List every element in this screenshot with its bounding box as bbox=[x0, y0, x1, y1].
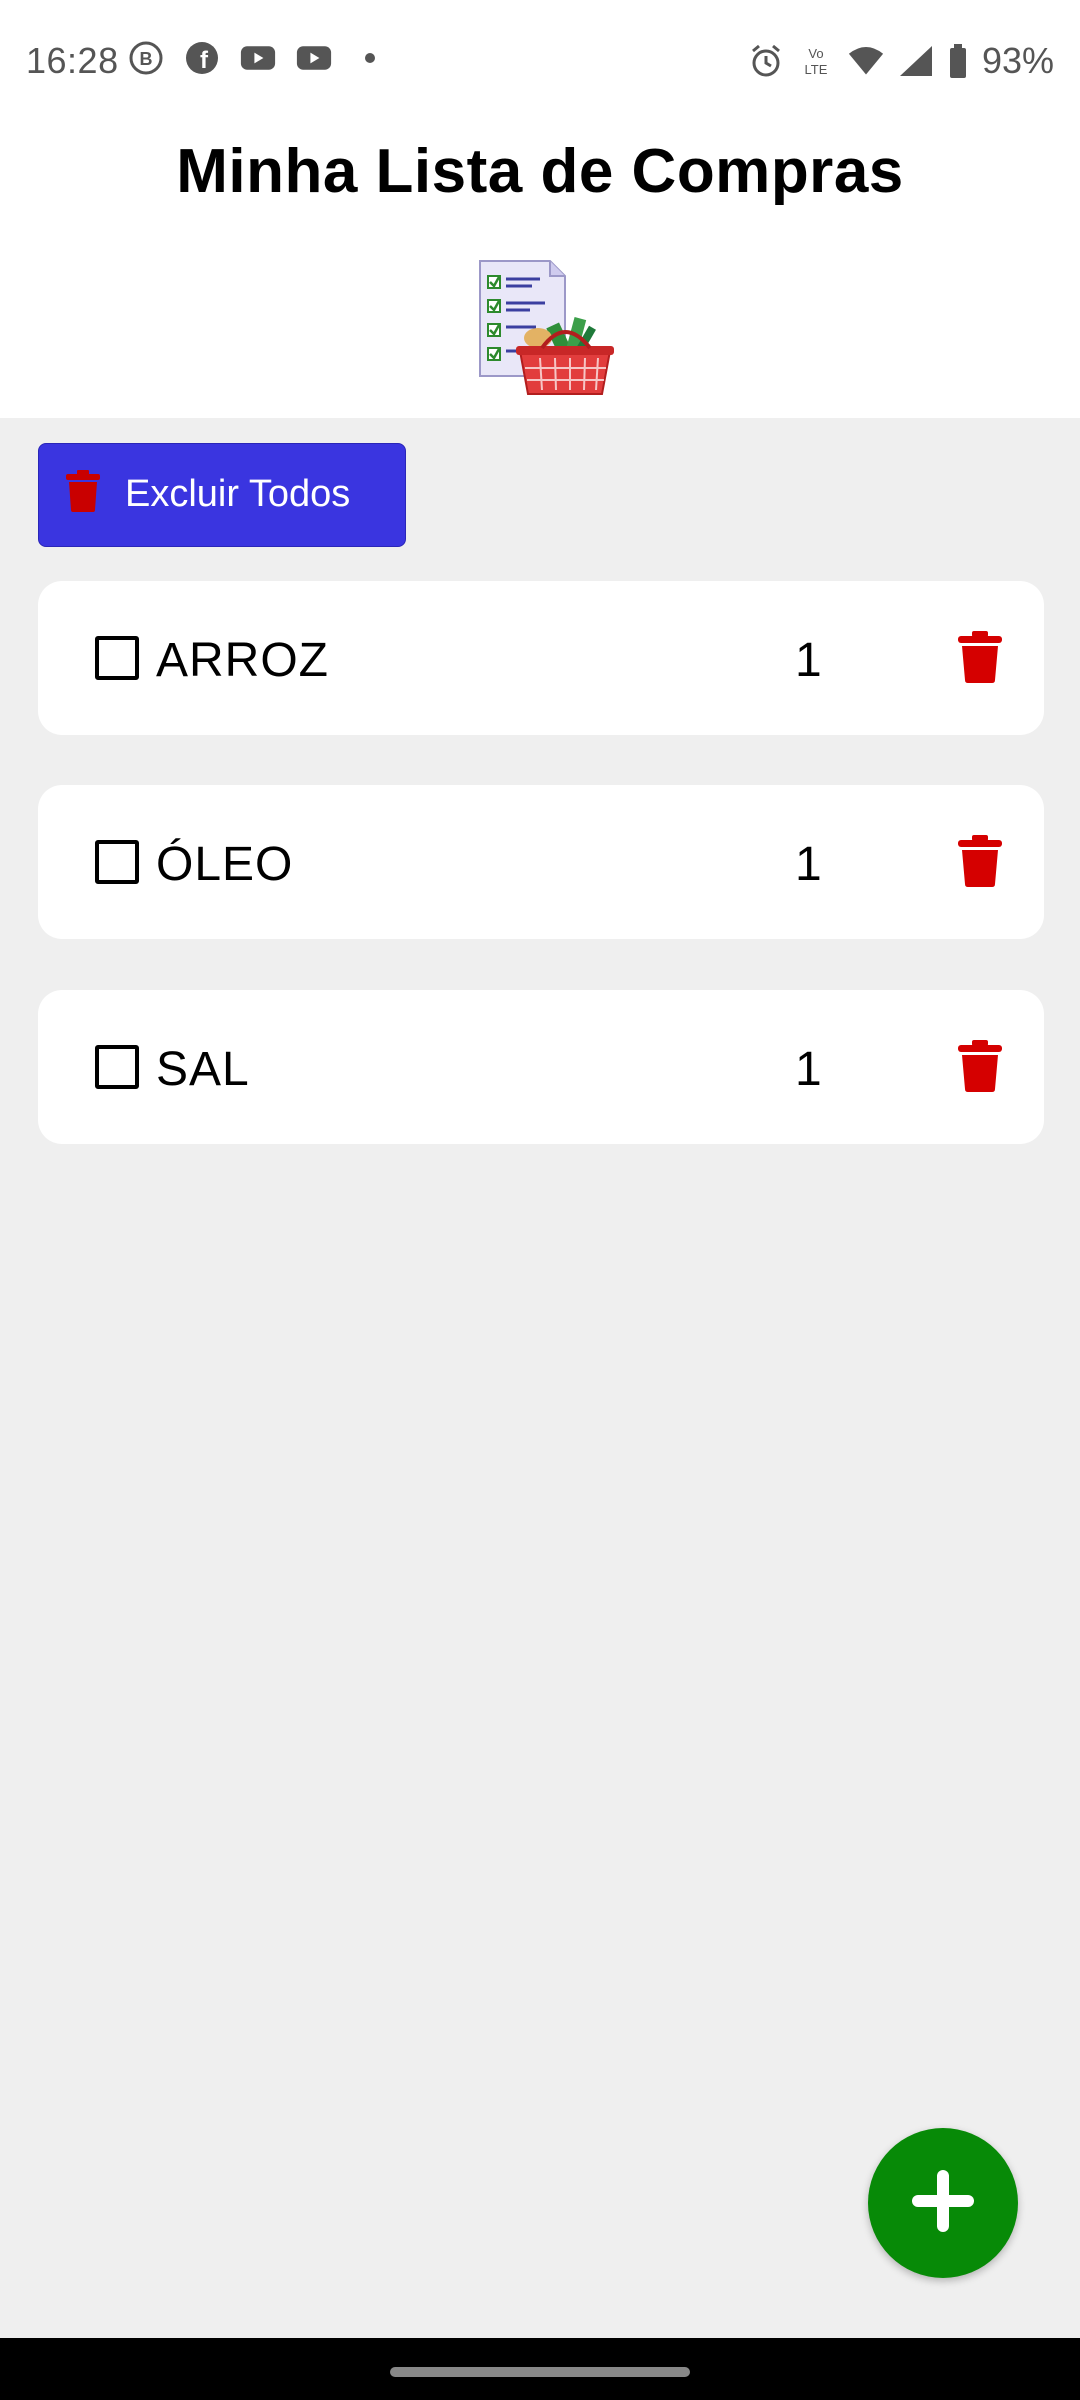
b-circle-icon: B bbox=[128, 40, 164, 76]
shopping-list-basket-icon bbox=[470, 256, 620, 401]
list-item: SAL 1 bbox=[38, 990, 1044, 1144]
signal-icon bbox=[898, 43, 934, 79]
app-header: Minha Lista de Compras bbox=[0, 126, 1080, 418]
battery-percent: 93% bbox=[981, 40, 1054, 81]
trash-icon[interactable] bbox=[958, 835, 1002, 887]
alarm-icon bbox=[748, 43, 784, 79]
youtube-icon bbox=[296, 40, 332, 76]
item-quantity: 1 bbox=[795, 838, 822, 891]
status-bar: 16:28 B f Vo LTE 93% bbox=[0, 0, 1080, 126]
battery-icon bbox=[948, 43, 968, 79]
wifi-icon bbox=[848, 43, 884, 79]
home-gesture-handle[interactable] bbox=[390, 2367, 690, 2377]
item-checkbox[interactable] bbox=[95, 840, 139, 884]
item-name: ARROZ bbox=[156, 634, 329, 687]
delete-all-label: Excluir Todos bbox=[125, 473, 351, 515]
facebook-icon: f bbox=[184, 40, 220, 76]
item-checkbox[interactable] bbox=[95, 636, 139, 680]
item-checkbox[interactable] bbox=[95, 1045, 139, 1089]
svg-text:f: f bbox=[200, 47, 209, 74]
volte-icon: Vo LTE bbox=[798, 43, 834, 79]
navigation-bar bbox=[0, 2338, 1080, 2400]
plus-icon bbox=[908, 2166, 978, 2241]
list-item: ÓLEO 1 bbox=[38, 785, 1044, 939]
dot-icon bbox=[352, 40, 388, 76]
item-quantity: 1 bbox=[795, 634, 822, 687]
status-time: 16:28 bbox=[26, 40, 119, 81]
item-name: ÓLEO bbox=[156, 838, 294, 891]
add-item-button[interactable] bbox=[868, 2128, 1018, 2278]
svg-text:Vo: Vo bbox=[808, 46, 823, 61]
svg-text:LTE: LTE bbox=[804, 62, 827, 77]
svg-text:B: B bbox=[140, 49, 153, 69]
list-item: ARROZ 1 bbox=[38, 581, 1044, 735]
youtube-icon bbox=[240, 40, 276, 76]
notification-icons: B f bbox=[128, 40, 388, 76]
trash-icon bbox=[65, 470, 101, 517]
trash-icon[interactable] bbox=[958, 631, 1002, 683]
delete-all-button[interactable]: Excluir Todos bbox=[38, 443, 406, 547]
item-quantity: 1 bbox=[795, 1043, 822, 1096]
item-name: SAL bbox=[156, 1043, 250, 1096]
page-title: Minha Lista de Compras bbox=[176, 137, 904, 206]
trash-icon[interactable] bbox=[958, 1040, 1002, 1092]
system-status-icons: Vo LTE 93% bbox=[748, 40, 1054, 82]
